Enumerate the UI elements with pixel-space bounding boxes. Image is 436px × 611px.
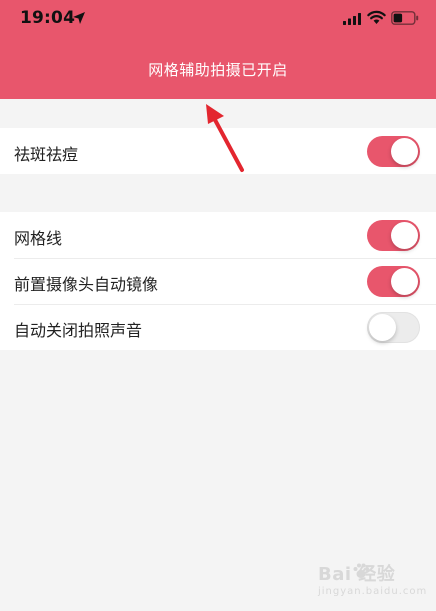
front-camera-mirror-toggle[interactable] — [367, 266, 420, 297]
red-arrow-icon — [206, 104, 244, 172]
wifi-icon — [367, 10, 386, 24]
toggle-knob — [391, 268, 418, 295]
setting-label: 自动关闭拍照声音 — [14, 321, 143, 340]
toggle-knob — [369, 314, 396, 341]
toggle-knob — [391, 138, 418, 165]
status-time: 19:04 — [20, 8, 76, 28]
setting-label: 祛斑祛痘 — [14, 145, 79, 164]
baidu-watermark: Bai 经验 jingyan.baidu.com — [318, 560, 426, 604]
spot-acne-toggle[interactable] — [367, 136, 420, 167]
baidu-paw-icon — [353, 563, 369, 578]
location-arrow-icon — [73, 12, 85, 24]
watermark-subtext: jingyan.baidu.com — [318, 586, 428, 597]
grid-lines-toggle[interactable] — [367, 220, 420, 251]
signal-bars-icon — [343, 13, 361, 25]
header-bar: 19:04 网格辅助拍摄已开启 — [0, 0, 436, 99]
setting-row-grid-lines: 网格线 — [0, 212, 436, 258]
setting-label: 前置摄像头自动镜像 — [14, 275, 159, 294]
setting-row-front-mirror: 前置摄像头自动镜像 — [0, 258, 436, 304]
setting-label: 网格线 — [14, 229, 63, 248]
toggle-knob — [391, 222, 418, 249]
battery-icon — [391, 11, 419, 25]
shutter-sound-toggle[interactable] — [367, 312, 420, 343]
setting-row-shutter-sound: 自动关闭拍照声音 — [0, 304, 436, 350]
settings-section-camera: 网格线 前置摄像头自动镜像 自动关闭拍照声音 — [0, 212, 436, 350]
status-bar: 19:04 — [0, 0, 436, 38]
grid-enabled-message: 网格辅助拍摄已开启 — [148, 61, 288, 79]
